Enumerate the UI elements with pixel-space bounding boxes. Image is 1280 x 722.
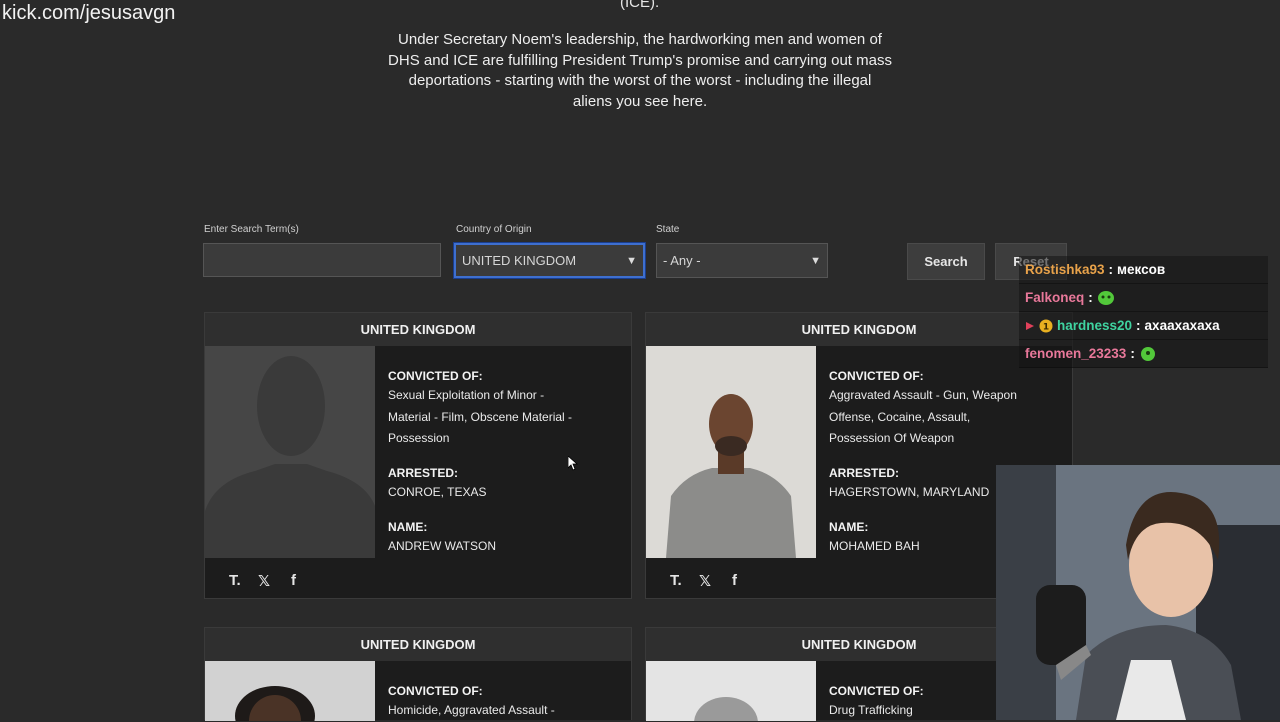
convicted-line: Possession Of Weapon [829, 431, 955, 445]
mugshot-photo-image [646, 661, 816, 721]
search-input[interactable] [203, 243, 441, 277]
chat-message: 1 hardness20 : ахаахахаха [1019, 312, 1268, 340]
state-label: State [656, 224, 680, 235]
arrested-label: ARRESTED: [829, 466, 900, 480]
intro-line: DHS and ICE are fulfilling President Tru… [388, 51, 892, 69]
green-emote-icon [1140, 346, 1155, 361]
card-country-header: UNITED KINGDOM [205, 628, 631, 661]
name-value: ANDREW WATSON [388, 539, 496, 553]
chat-separator: : [1108, 262, 1114, 277]
ice-heading-fragment: (ICE). [620, 0, 660, 11]
truth-social-icon[interactable]: T. [229, 572, 241, 589]
detainee-card: UNITED KINGDOM CONVICTED OF: Homicide, A… [204, 627, 632, 722]
country-select[interactable]: UNITED KINGDOM ▼ [453, 242, 646, 279]
convicted-label: CONVICTED OF: [829, 684, 924, 698]
state-select-value: - Any - [663, 253, 701, 268]
facebook-icon[interactable]: f [732, 572, 737, 589]
svg-text:1: 1 [1043, 322, 1049, 332]
intro-paragraph: Under Secretary Noem's leadership, the h… [380, 30, 900, 112]
intro-line: Under Secretary Noem's leadership, the h… [398, 31, 882, 48]
chat-text: ахаахахаха [1144, 318, 1220, 333]
x-icon[interactable]: 𝕏 [258, 572, 270, 590]
mugshot-photo-image [205, 661, 375, 721]
facebook-icon[interactable]: f [291, 572, 296, 589]
card-country-header: UNITED KINGDOM [646, 313, 1072, 346]
chat-message: Falkoneq : [1019, 284, 1268, 312]
mugshot-photo-image [646, 346, 816, 558]
chevron-down-icon: ▼ [810, 254, 821, 267]
chat-username: hardness20 [1057, 318, 1133, 333]
name-label: NAME: [388, 520, 428, 534]
chat-separator: : [1136, 318, 1141, 333]
search-label: Enter Search Term(s) [204, 224, 299, 235]
name-label: NAME: [829, 520, 869, 534]
chat-message: fenomen_23233 : [1019, 340, 1268, 368]
state-select[interactable]: - Any - ▼ [656, 243, 828, 278]
intro-line: aliens you see here. [572, 92, 708, 110]
photo-placeholder [205, 346, 375, 558]
chat-separator: : [1130, 346, 1135, 361]
webcam-feed-image [996, 465, 1280, 720]
convicted-line: Offense, Cocaine, Assault, [829, 409, 971, 424]
mugshot-photo [205, 661, 375, 721]
truth-social-icon[interactable]: T. [670, 572, 682, 589]
silhouette-icon [205, 356, 375, 558]
country-label: Country of Origin [456, 224, 532, 235]
card-country-header: UNITED KINGDOM [205, 313, 631, 346]
mouse-cursor-icon [568, 456, 578, 471]
x-icon[interactable]: 𝕏 [699, 572, 711, 590]
convicted-line: Sexual Exploitation of Minor - [388, 388, 545, 402]
chevron-down-icon: ▼ [626, 254, 637, 267]
convicted-line: Possession [388, 431, 450, 445]
country-select-value: UNITED KINGDOM [462, 253, 577, 268]
search-button[interactable]: Search [907, 243, 985, 280]
convicted-label: CONVICTED OF: [388, 369, 483, 383]
convicted-line: Material - Film, Obscene Material - [388, 409, 573, 424]
subscriber-badge-icon: 1 [1039, 319, 1053, 332]
convicted-line: Aggravated Assault - Gun, Weapon [829, 388, 1017, 402]
chat-username: fenomen_23233 [1025, 346, 1127, 361]
convicted-label: CONVICTED OF: [388, 684, 483, 698]
arrested-value: CONROE, TEXAS [388, 485, 487, 499]
chat-text: мексов [1117, 262, 1166, 277]
chat-username: Falkoneq [1025, 290, 1085, 305]
stream-chat: Rostishka93 : мексов Falkoneq : 1 hardne… [1019, 256, 1268, 368]
convicted-value: Sexual Exploitation of Minor - Material … [388, 385, 623, 450]
webcam-overlay [996, 465, 1280, 720]
chat-username: Rostishka93 [1025, 262, 1105, 277]
mugshot-photo [646, 661, 816, 721]
convicted-value: Aggravated Assault - Gun, Weapon Offense… [829, 385, 1064, 450]
stream-watermark: kick.com/jesusavgn [2, 2, 176, 24]
arrested-label: ARRESTED: [388, 466, 459, 480]
mugshot-photo [646, 346, 816, 558]
convicted-line: Homicide, Aggravated Assault - [388, 703, 555, 717]
green-emote-icon [1097, 290, 1114, 305]
intro-line: deportations - starting with the worst o… [408, 72, 872, 89]
convicted-label: CONVICTED OF: [829, 369, 924, 383]
badge-icon [1026, 321, 1034, 330]
chat-message: Rostishka93 : мексов [1019, 256, 1268, 284]
chat-separator: : [1088, 290, 1093, 305]
convicted-value: Homicide, Aggravated Assault - [388, 700, 623, 722]
